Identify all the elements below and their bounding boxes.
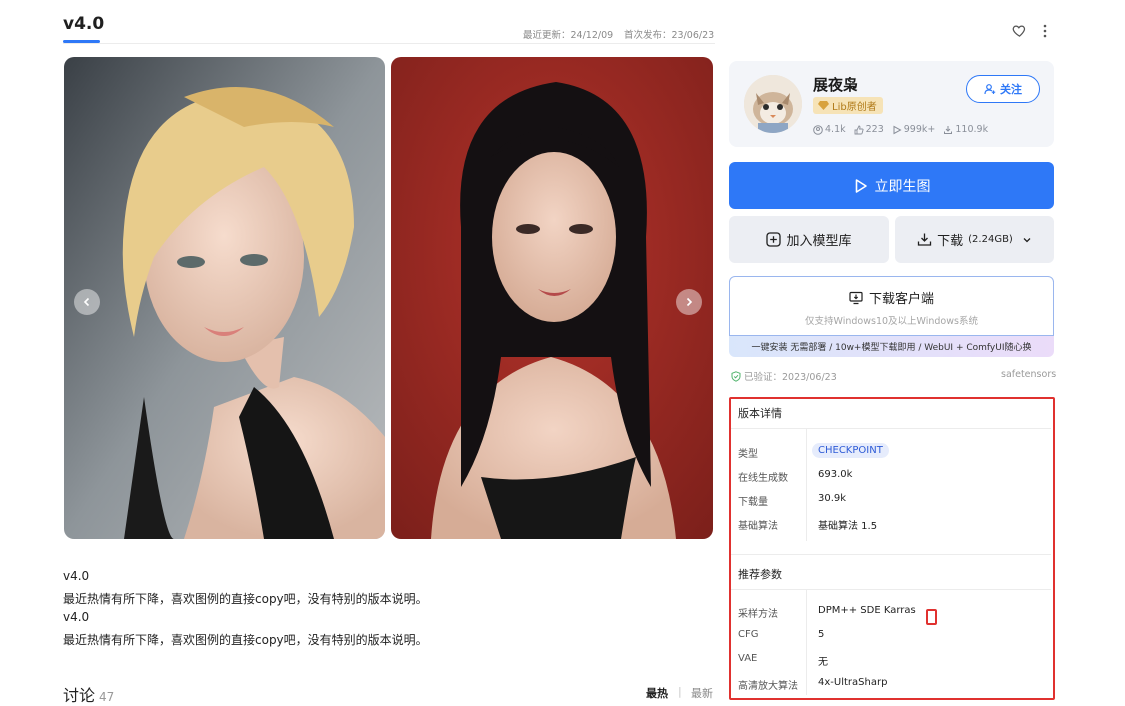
chevron-right-icon bbox=[686, 297, 693, 307]
thumbs-up-icon bbox=[854, 125, 864, 134]
detail-label: 基础算法 bbox=[738, 521, 778, 532]
monitor-download-icon bbox=[849, 291, 863, 304]
followers-stat: 4.1k bbox=[813, 124, 846, 135]
param-value: 5 bbox=[818, 629, 825, 640]
description-line: v4.0 bbox=[63, 569, 90, 583]
runs-stat: 999k+ bbox=[892, 124, 936, 135]
chevron-left-icon bbox=[83, 297, 90, 307]
followers-count: 4.1k bbox=[825, 124, 846, 135]
divider bbox=[731, 428, 1051, 429]
gallery-image-1[interactable] bbox=[64, 57, 385, 539]
download-button[interactable]: 下载 (2.24GB) bbox=[895, 216, 1054, 263]
divider bbox=[731, 589, 1051, 590]
version-title: v4.0 bbox=[63, 14, 105, 34]
description-line: 最近热情有所下降，喜欢图例的直接copy吧，没有特别的版本说明。 bbox=[63, 592, 428, 606]
add-to-library-label: 加入模型库 bbox=[786, 234, 852, 249]
first-published: 首次发布：23/06/23 bbox=[624, 30, 715, 41]
likes-stat: 223 bbox=[854, 124, 884, 135]
param-value: 无 bbox=[818, 657, 828, 668]
add-to-library-button[interactable]: 加入模型库 bbox=[729, 216, 889, 263]
download-client-subtitle: 仅支持Windows10及以上Windows系统 bbox=[805, 316, 978, 327]
sort-separator: | bbox=[678, 685, 682, 698]
user-add-icon bbox=[984, 84, 996, 95]
diamond-icon bbox=[818, 101, 829, 110]
generate-button[interactable]: 立即生图 bbox=[729, 162, 1054, 209]
download-client-label: 下载客户端 bbox=[868, 292, 934, 307]
description-line: v4.0 bbox=[63, 610, 90, 624]
param-label: VAE bbox=[738, 653, 758, 664]
detail-label: 在线生成数 bbox=[738, 473, 788, 484]
download-icon bbox=[917, 233, 932, 246]
plus-square-icon bbox=[766, 232, 782, 247]
highlight-marker bbox=[926, 609, 937, 625]
runs-count: 999k+ bbox=[903, 124, 936, 135]
follow-button[interactable]: 关注 bbox=[966, 75, 1040, 103]
gallery-image-2[interactable] bbox=[391, 57, 713, 539]
shield-check-icon bbox=[731, 370, 741, 382]
detail-label: 下载量 bbox=[738, 497, 768, 508]
discussion-label: 讨论 bbox=[63, 686, 96, 705]
discussion-count: 47 bbox=[99, 690, 115, 704]
avatar[interactable] bbox=[744, 75, 802, 133]
verified-status: 已验证：2023/06/23 bbox=[731, 369, 837, 383]
generate-label: 立即生图 bbox=[874, 178, 931, 195]
gallery-prev-button[interactable] bbox=[74, 289, 100, 315]
param-value: 4x-UltraSharp bbox=[818, 677, 888, 688]
likes-count: 223 bbox=[865, 124, 884, 135]
heart-icon[interactable] bbox=[1012, 23, 1027, 38]
download-size: (2.24GB) bbox=[968, 234, 1013, 245]
detail-value: 693.0k bbox=[818, 469, 853, 480]
downloads-count: 110.9k bbox=[955, 124, 989, 135]
gallery-next-button[interactable] bbox=[676, 289, 702, 315]
description-line: 最近热情有所下降，喜欢图例的直接copy吧，没有特别的版本说明。 bbox=[63, 633, 428, 647]
param-label: CFG bbox=[738, 629, 759, 640]
type-badge: CHECKPOINT bbox=[812, 443, 889, 458]
play-icon bbox=[893, 125, 902, 134]
header-divider bbox=[63, 43, 715, 44]
detail-label: 类型 bbox=[738, 449, 758, 460]
divider bbox=[806, 429, 807, 541]
author-name[interactable]: 展夜枭 bbox=[813, 74, 858, 95]
creator-badge-label: Lib原创者 bbox=[832, 102, 877, 113]
last-updated: 最近更新：24/12/09 bbox=[523, 30, 614, 41]
divider bbox=[731, 554, 1051, 555]
recommended-params-header: 推荐参数 bbox=[738, 568, 782, 581]
detail-value: 基础算法 1.5 bbox=[818, 521, 878, 532]
play-icon bbox=[855, 178, 867, 193]
file-format: safetensors bbox=[1001, 369, 1057, 380]
downloads-stat: 110.9k bbox=[943, 124, 988, 135]
user-circle-icon bbox=[813, 124, 823, 135]
more-vertical-icon[interactable] bbox=[1040, 22, 1050, 40]
divider bbox=[806, 590, 807, 695]
download-client-title[interactable]: 下载客户端 bbox=[729, 288, 1054, 307]
version-details-header: 版本详情 bbox=[738, 407, 782, 420]
creator-badge: Lib原创者 bbox=[813, 97, 883, 114]
download-icon bbox=[944, 125, 953, 134]
param-label: 高清放大算法 bbox=[738, 681, 798, 692]
chevron-down-icon bbox=[1023, 237, 1031, 242]
param-label: 采样方法 bbox=[738, 609, 778, 620]
client-feature-banner: 一键安装 无需部署 / 10w+模型下载即用 / WebUI + ComfyUI… bbox=[729, 336, 1054, 357]
verified-date: 已验证：2023/06/23 bbox=[744, 372, 837, 383]
discussion-heading: 讨论 47 bbox=[63, 682, 114, 706]
download-label: 下载 bbox=[937, 234, 964, 249]
detail-value: 30.9k bbox=[818, 493, 847, 504]
param-value: DPM++ SDE Karras bbox=[818, 605, 916, 616]
follow-label: 关注 bbox=[1000, 83, 1022, 96]
author-stats: 4.1k 223 999k+ 110.9k bbox=[813, 124, 988, 135]
version-details-panel bbox=[729, 397, 1055, 700]
